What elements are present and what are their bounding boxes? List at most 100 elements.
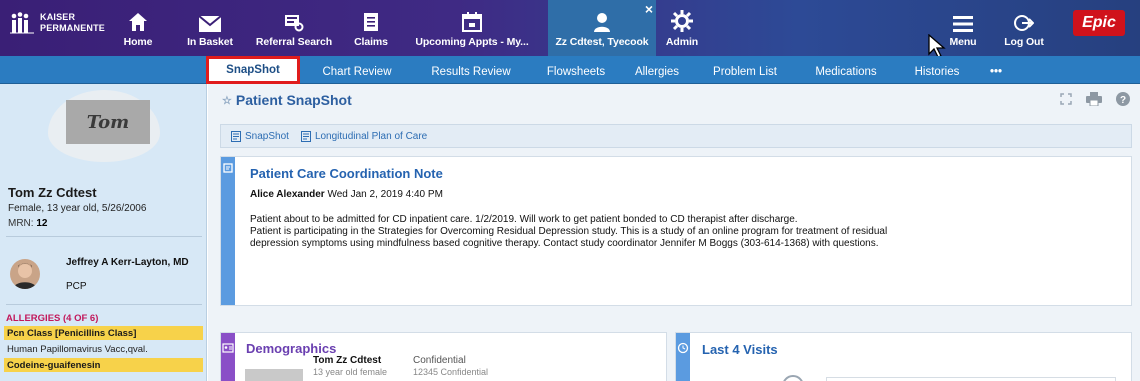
tab-problem-list[interactable]: Problem List <box>700 62 790 82</box>
logo-line-2: PERMANENTE <box>40 23 106 33</box>
help-icon[interactable]: ? <box>1116 92 1130 106</box>
tab-chart-review[interactable]: Chart Review <box>310 62 404 82</box>
subnav-snapshot-label: SnapShot <box>245 130 289 142</box>
logout-icon <box>1014 15 1034 31</box>
visit-entry-box <box>826 377 1116 381</box>
tab-flowsheets[interactable]: Flowsheets <box>538 62 614 82</box>
close-patient-icon[interactable]: × <box>645 2 653 16</box>
demographics-name: Tom Zz Cdtest <box>313 355 382 366</box>
panel-divider <box>6 236 202 237</box>
visits-card-strip <box>676 333 690 381</box>
pcp-avatar-icon <box>13 263 37 289</box>
expand-icon[interactable] <box>1060 93 1072 105</box>
epic-logo: Epic <box>1073 10 1125 36</box>
logo-line-1: KAISER <box>40 12 76 22</box>
epic-app: KAISER PERMANENTE Home In Basket Referra… <box>0 0 1140 381</box>
toolbar-upcoming-appts-label: Upcoming Appts - My... <box>415 36 529 48</box>
note-icon <box>223 163 233 173</box>
svg-text:?: ? <box>1120 95 1126 106</box>
tab-more[interactable]: ••• <box>978 62 1014 82</box>
toolbar-referral-search-button[interactable]: Referral Search <box>246 0 342 56</box>
tab-results-review[interactable]: Results Review <box>418 62 524 82</box>
snapshot-subnav: SnapShot Longitudinal Plan of Care <box>220 124 1132 148</box>
toolbar-claims-button[interactable]: Claims <box>348 0 394 56</box>
page-tools: ? <box>1060 92 1130 106</box>
toolbar-admin-button[interactable]: Admin <box>662 0 702 56</box>
toolbar-upcoming-appts-button[interactable]: Upcoming Appts - My... <box>402 0 542 56</box>
subnav-longitudinal-plan[interactable]: Longitudinal Plan of Care <box>300 130 428 142</box>
report-icon <box>300 130 311 142</box>
toolbar-inbasket-button[interactable]: In Basket <box>182 0 238 56</box>
calendar-icon <box>462 12 482 32</box>
tab-histories[interactable]: Histories <box>902 62 972 82</box>
note-card-strip <box>221 157 235 305</box>
demographics-card-strip <box>221 333 235 381</box>
pcp-name[interactable]: Jeffrey A Kerr-Layton, MD <box>66 257 206 268</box>
toolbar-logout-button[interactable]: Log Out <box>1000 0 1048 56</box>
patient-header-panel: Tom Tom Zz Cdtest Female, 13 year old, 5… <box>0 84 207 381</box>
note-body: Patient about to be admitted for CD inpa… <box>250 214 1130 250</box>
visit-timeline-circle <box>782 375 804 381</box>
allergies-header[interactable]: ALLERGIES (4 OF 6) <box>6 313 98 324</box>
toolbar-home-button[interactable]: Home <box>118 0 158 56</box>
patient-photo-sign: Tom <box>66 100 150 144</box>
patient-mrn: MRN: 12 <box>8 218 47 229</box>
demographics-photo <box>245 369 303 381</box>
mrn-label: MRN: <box>8 218 34 229</box>
toolbar-claims-label: Claims <box>354 36 388 48</box>
envelope-icon <box>199 16 221 32</box>
toolbar-home-label: Home <box>123 36 153 48</box>
star-icon[interactable]: ☆ <box>222 94 232 107</box>
toolbar-inbasket-label: In Basket <box>187 36 233 48</box>
toolbar-patient-label: Zz Cdtest, Tyecook <box>555 36 649 48</box>
report-icon <box>231 130 241 142</box>
subnav-snapshot[interactable]: SnapShot <box>231 130 289 142</box>
patient-demographics: Female, 13 year old, 5/26/2006 <box>8 203 147 214</box>
mrn-value: 12 <box>36 218 48 229</box>
toolbar-referral-search-label: Referral Search <box>255 36 333 48</box>
toolbar-patient-tab[interactable]: × Zz Cdtest, Tyecook <box>548 0 656 56</box>
page-title: ☆ Patient SnapShot <box>222 92 352 108</box>
activity-tab-bar: SnapShot Chart Review Results Review Flo… <box>0 56 1140 84</box>
demographics-conf-sub: 12345 Confidential <box>413 367 489 377</box>
menu-icon <box>953 16 973 32</box>
demographics-title[interactable]: Demographics <box>246 341 336 356</box>
note-author: Alice Alexander <box>250 189 325 200</box>
note-author-line: Alice Alexander Wed Jan 2, 2019 4:40 PM <box>250 189 443 200</box>
allergy-item[interactable]: Pcn Class [Penicillins Class] <box>4 326 203 340</box>
document-icon <box>364 13 378 31</box>
tab-allergies[interactable]: Allergies <box>624 62 690 82</box>
id-card-icon <box>222 343 234 353</box>
demographics-sub: 13 year old female <box>313 367 388 377</box>
toolbar-menu-button[interactable]: Menu <box>943 0 983 56</box>
tab-medications[interactable]: Medications <box>800 62 892 82</box>
visits-title[interactable]: Last 4 Visits <box>702 342 778 357</box>
print-icon[interactable] <box>1086 92 1102 106</box>
panel-divider <box>6 304 202 305</box>
note-title[interactable]: Patient Care Coordination Note <box>250 166 443 181</box>
home-icon <box>129 13 147 31</box>
toolbar-menu-label: Menu <box>949 36 977 48</box>
gear-icon <box>671 10 693 32</box>
person-icon <box>594 13 610 32</box>
pcp-role: PCP <box>66 281 87 292</box>
kaiser-logo-icon <box>10 12 34 34</box>
history-icon <box>677 342 689 354</box>
demographics-confidential: Confidential <box>413 355 466 366</box>
tab-snapshot[interactable]: SnapShot <box>206 56 300 84</box>
allergy-item[interactable]: Codeine-guaifenesin <box>4 358 203 372</box>
top-toolbar: KAISER PERMANENTE Home In Basket Referra… <box>0 0 1140 58</box>
note-line: Patient is participating in the Strategi… <box>250 226 888 237</box>
last-visits-card: Last 4 Visits <box>675 332 1132 381</box>
note-line: depression symptoms using mindfulness ba… <box>250 238 879 249</box>
care-coordination-note-card: Patient Care Coordination Note Alice Ale… <box>220 156 1132 306</box>
subnav-longitudinal-plan-label: Longitudinal Plan of Care <box>314 130 428 142</box>
mouse-cursor-icon <box>928 34 946 58</box>
kaiser-logo-text: KAISER PERMANENTE <box>40 12 105 34</box>
allergy-item[interactable]: Human Papillomavirus Vacc,qval. <box>4 342 203 356</box>
toolbar-logout-label: Log Out <box>1004 36 1044 48</box>
patient-name[interactable]: Tom Zz Cdtest <box>8 185 97 200</box>
toolbar-admin-label: Admin <box>665 36 699 48</box>
kaiser-logo[interactable]: KAISER PERMANENTE <box>10 12 105 34</box>
note-datetime: Wed Jan 2, 2019 4:40 PM <box>327 189 443 200</box>
